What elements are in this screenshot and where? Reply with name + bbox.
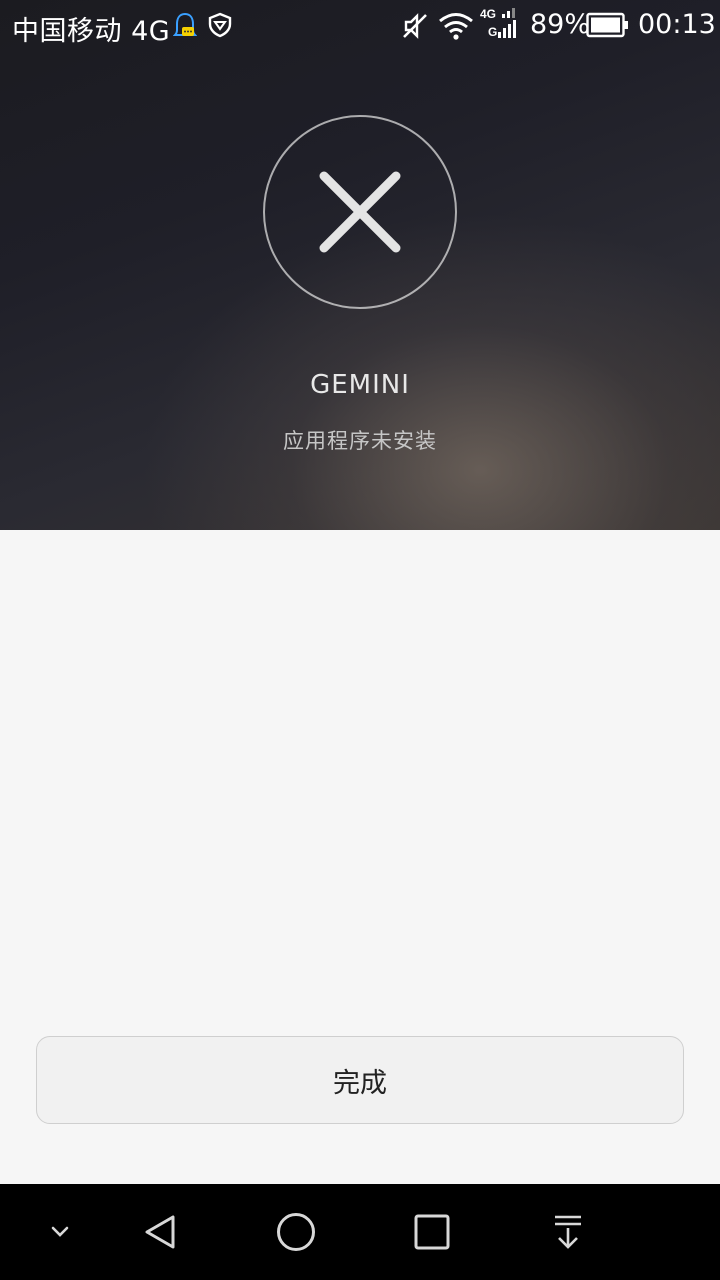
home-button[interactable] <box>256 1184 336 1280</box>
battery-percent: 89% <box>530 9 591 40</box>
wifi-icon <box>439 13 473 40</box>
battery-icon <box>586 12 628 38</box>
carrier-label: 中国移动 4G <box>12 16 171 47</box>
signal-icon: 4G G <box>480 7 516 39</box>
notification-pull-icon <box>555 1215 581 1249</box>
network-type-bottom: G <box>488 25 497 39</box>
home-icon <box>277 1213 315 1251</box>
hide-nav-button[interactable] <box>20 1184 100 1280</box>
back-icon <box>145 1215 175 1249</box>
recents-button[interactable] <box>392 1184 472 1280</box>
install-failed-badge <box>263 115 457 309</box>
recents-icon <box>414 1214 450 1250</box>
close-icon <box>319 171 401 253</box>
app-name: GEMINI <box>310 370 410 400</box>
back-button[interactable] <box>120 1184 200 1280</box>
done-button[interactable]: 完成 <box>36 1036 684 1124</box>
navigation-bar <box>0 1184 720 1280</box>
network-type-top: 4G <box>480 7 496 21</box>
install-result-header: 中国移动 4G 4G G 89% 00:13 GEMINI 应用程序未安装 <box>0 0 720 530</box>
chevron-down-icon <box>51 1226 69 1237</box>
shield-icon <box>208 12 232 38</box>
mute-icon <box>403 13 427 39</box>
install-status-message: 应用程序未安装 <box>283 429 437 453</box>
notification-pull-button[interactable] <box>528 1184 608 1280</box>
status-bar: 中国移动 4G 4G G 89% 00:13 <box>0 0 720 52</box>
clock: 00:13 <box>638 9 716 40</box>
qq-icon <box>173 12 197 36</box>
